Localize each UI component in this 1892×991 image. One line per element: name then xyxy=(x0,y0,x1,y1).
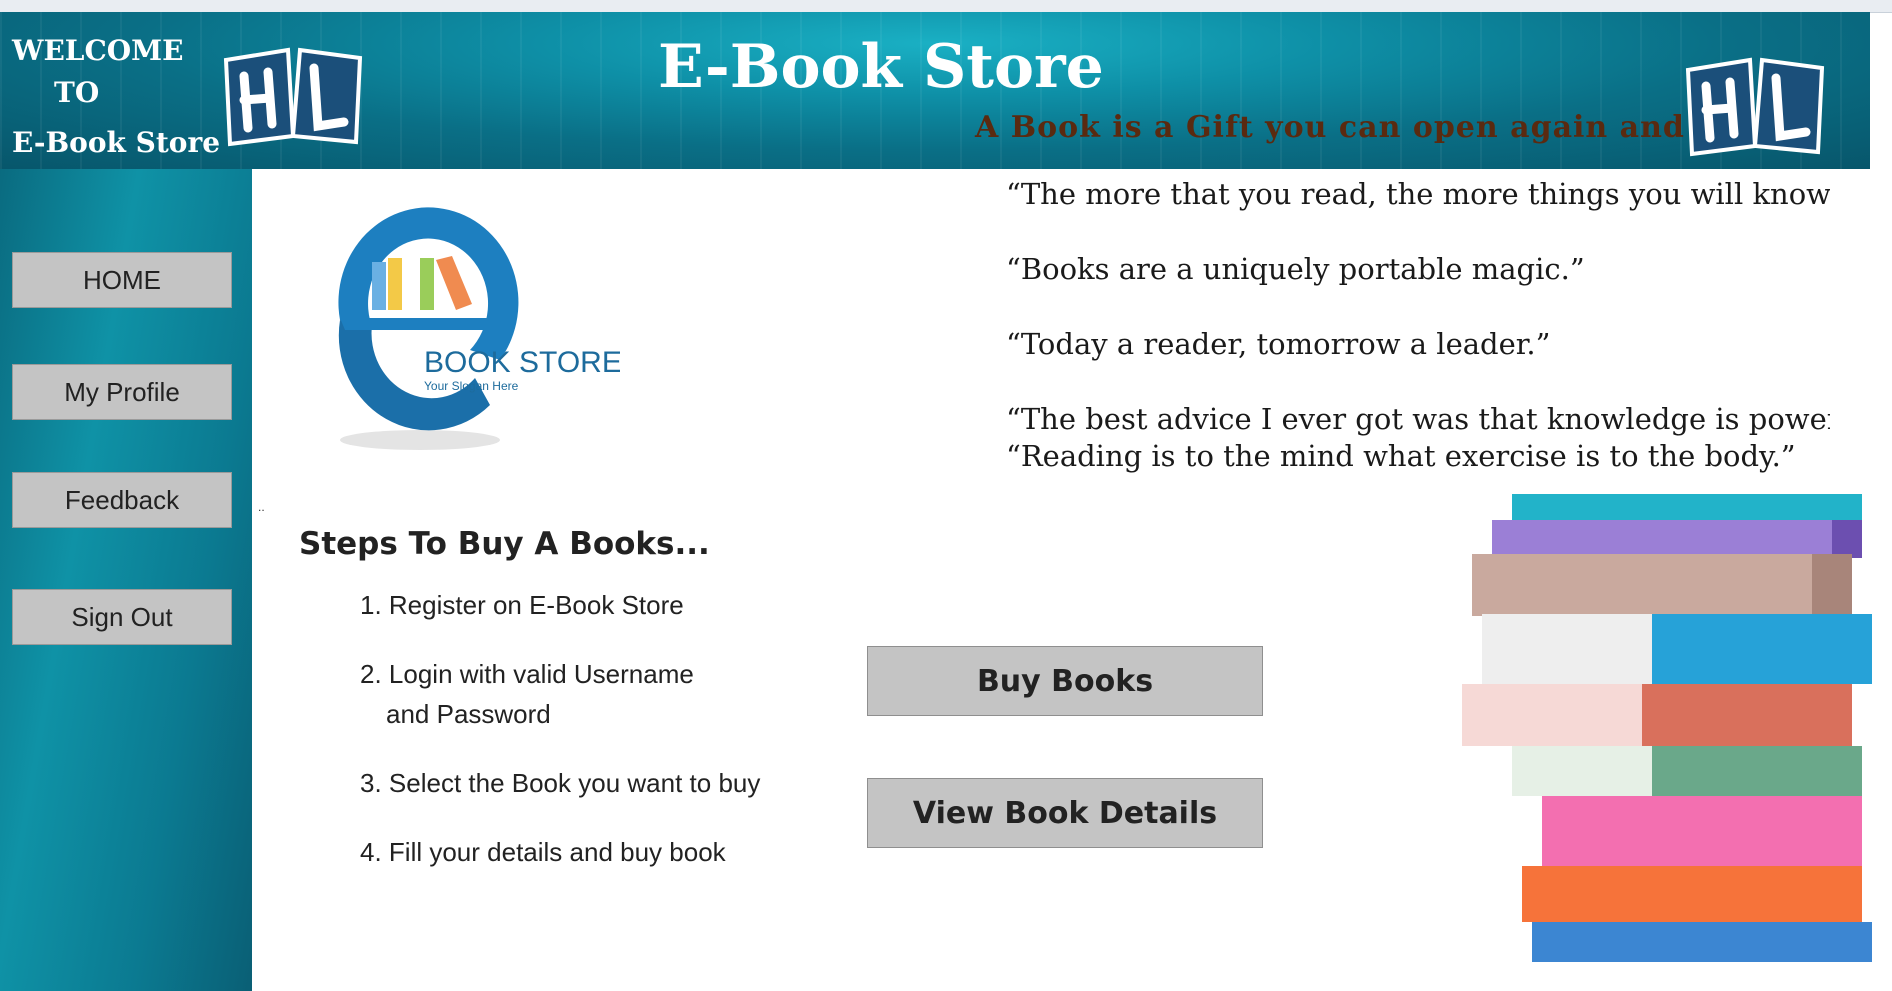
steps-heading: Steps To Buy A Books... xyxy=(299,526,710,562)
quote-4: “The best advice I ever got was that kno… xyxy=(1006,402,1830,436)
logo-name: BOOK STORE xyxy=(424,346,620,379)
header-banner: WELCOME TO E-Book Store E-Book Store A B… xyxy=(0,12,1870,169)
welcome-line-1: WELCOME xyxy=(12,34,184,67)
welcome-line-3: E-Book Store xyxy=(12,126,221,159)
logo-tagline: Your Slogan Here xyxy=(424,379,519,393)
ebook-store-logo: BOOK STORE Your Slogan Here xyxy=(338,207,620,450)
quotes-panel: “The more that you read, the more things… xyxy=(1006,176,1830,476)
my-profile-button[interactable]: My Profile xyxy=(12,364,232,420)
open-book-logo-icon xyxy=(1685,57,1825,157)
page-title: E-Book Store xyxy=(658,32,1104,102)
feedback-button[interactable]: Feedback xyxy=(12,472,232,528)
stray-dots: .. xyxy=(258,500,265,514)
view-book-details-button[interactable]: View Book Details xyxy=(867,778,1263,848)
quote-1: “The more that you read, the more things… xyxy=(1006,177,1830,211)
sign-out-button[interactable]: Sign Out xyxy=(12,589,232,645)
home-button[interactable]: HOME xyxy=(12,252,232,308)
open-book-logo-icon xyxy=(223,47,363,147)
step-3: 3. Select the Book you want to buy xyxy=(360,768,761,798)
quote-2: “Books are a uniquely portable magic.” xyxy=(1006,252,1585,286)
step-2: 2. Login with valid Username xyxy=(360,659,694,689)
step-2-continued: and Password xyxy=(386,699,551,729)
step-4: 4. Fill your details and buy book xyxy=(360,837,726,867)
step-1: 1. Register on E-Book Store xyxy=(360,590,684,620)
stacked-books-image xyxy=(1462,494,1872,962)
welcome-line-2: TO xyxy=(54,76,100,109)
quote-5: “Reading is to the mind what exercise is… xyxy=(1006,439,1796,473)
buy-books-button[interactable]: Buy Books xyxy=(867,646,1263,716)
quote-3: “Today a reader, tomorrow a leader.” xyxy=(1006,327,1551,361)
slogan-text: A Book is a Gift you can open again and … xyxy=(975,110,1795,145)
